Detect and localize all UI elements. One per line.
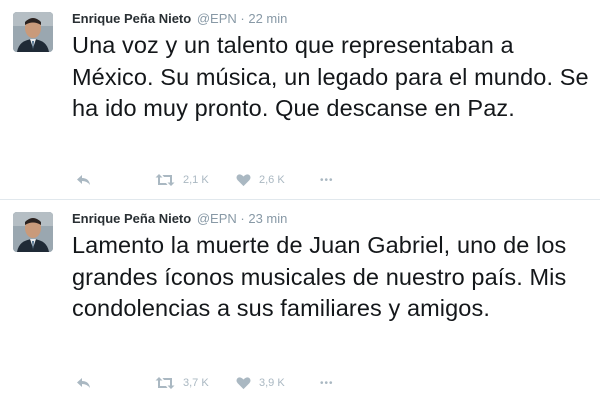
user-handle[interactable]: @EPN	[197, 211, 237, 226]
tweet-actions: 3,7 K 3,9 K •••	[72, 373, 372, 393]
like-button[interactable]: 3,9 K	[236, 373, 285, 393]
like-count: 3,9 K	[259, 377, 285, 389]
heart-icon	[236, 377, 251, 390]
tweet-header: Enrique Peña Nieto @EPN · 22 min	[72, 10, 287, 28]
more-button[interactable]: •••	[320, 373, 334, 393]
tweet-actions: 2,1 K 2,6 K •••	[72, 170, 372, 190]
reply-icon	[77, 175, 90, 185]
more-icon: •••	[320, 377, 334, 389]
avatar[interactable]	[13, 12, 53, 52]
retweet-icon	[155, 377, 175, 389]
retweet-count: 3,7 K	[183, 377, 209, 389]
reply-icon	[77, 378, 90, 388]
reply-button[interactable]	[76, 170, 92, 190]
retweet-count: 2,1 K	[183, 174, 209, 186]
avatar-image	[13, 212, 53, 252]
user-handle[interactable]: @EPN	[197, 11, 237, 26]
more-button[interactable]: •••	[320, 170, 334, 190]
user-fullname[interactable]: Enrique Peña Nieto	[72, 211, 191, 226]
heart-icon	[236, 174, 251, 187]
user-fullname[interactable]: Enrique Peña Nieto	[72, 11, 191, 26]
more-icon: •••	[320, 174, 334, 186]
avatar-image	[13, 12, 53, 52]
retweet-button[interactable]: 3,7 K	[155, 373, 209, 393]
timestamp[interactable]: 23 min	[248, 211, 287, 226]
avatar[interactable]	[13, 212, 53, 252]
tweet: Enrique Peña Nieto @EPN · 22 min Una voz…	[0, 0, 600, 199]
timestamp[interactable]: 22 min	[248, 11, 287, 26]
tweet-text: Lamento la muerte de Juan Gabriel, uno d…	[72, 232, 567, 321]
like-count: 2,6 K	[259, 174, 285, 186]
separator-dot: ·	[240, 11, 245, 26]
tweet-header: Enrique Peña Nieto @EPN · 23 min	[72, 210, 287, 228]
retweet-button[interactable]: 2,1 K	[155, 170, 209, 190]
separator-dot: ·	[240, 211, 245, 226]
like-button[interactable]: 2,6 K	[236, 170, 285, 190]
tweet-text: Una voz y un talento que representaban a…	[72, 32, 589, 121]
reply-button[interactable]	[76, 373, 92, 393]
tweet: Enrique Peña Nieto @EPN · 23 min Lamento…	[0, 200, 600, 405]
retweet-icon	[155, 174, 175, 186]
